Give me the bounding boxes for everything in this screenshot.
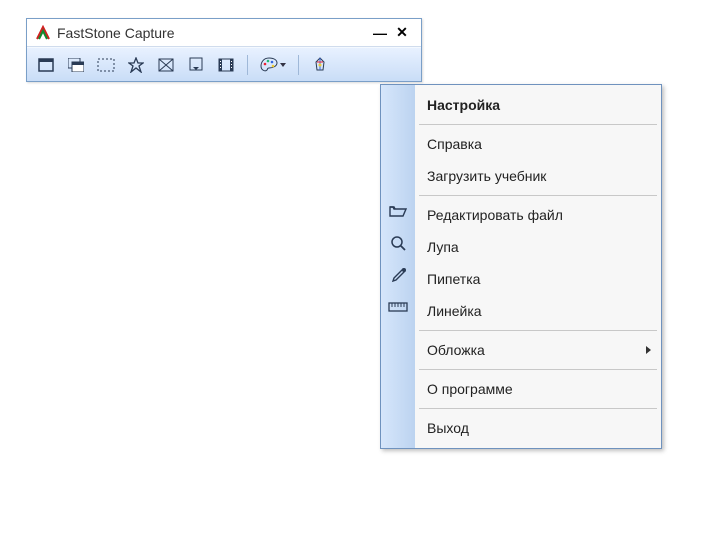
menu-icon-empty [381, 156, 415, 188]
menu-item-skin[interactable]: Обложка [415, 334, 661, 366]
settings-dropdown-icon[interactable] [309, 54, 331, 76]
toolbar [27, 47, 421, 81]
eyedropper-icon [381, 259, 415, 291]
palette-icon[interactable] [258, 54, 288, 76]
capture-video-icon[interactable] [215, 54, 237, 76]
menu-separator [419, 408, 657, 409]
capture-scroll-icon[interactable] [185, 54, 207, 76]
menu-item-exit[interactable]: Выход [415, 412, 661, 444]
menu-item-magnifier[interactable]: Лупа [415, 231, 661, 263]
menu-item-settings[interactable]: Настройка [415, 89, 661, 121]
capture-foreground-icon[interactable] [65, 54, 87, 76]
menu-icon-column [381, 85, 415, 448]
menu-item-load-tutorial[interactable]: Загрузить учебник [415, 160, 661, 192]
menu-item-label: Обложка [427, 342, 485, 358]
menu-icon-empty [381, 124, 415, 156]
menu-item-label: Линейка [427, 303, 482, 319]
toolbar-separator-2 [298, 55, 299, 75]
menu-item-eyedropper[interactable]: Пипетка [415, 263, 661, 295]
menu-separator [419, 330, 657, 331]
menu-icon-empty [381, 330, 415, 362]
folder-open-icon [381, 195, 415, 227]
menu-icon-empty [381, 85, 415, 117]
capture-region-icon[interactable] [95, 54, 117, 76]
chevron-down-icon [280, 63, 286, 67]
menu-icon-empty [381, 369, 415, 401]
minimize-button[interactable]: — [369, 25, 391, 41]
menu-item-about[interactable]: О программе [415, 373, 661, 405]
menu-item-label: Пипетка [427, 271, 480, 287]
app-icon [35, 25, 51, 41]
capture-window-icon[interactable] [35, 54, 57, 76]
capture-freehand-icon[interactable] [125, 54, 147, 76]
menu-item-label: Настройка [427, 97, 500, 113]
menu-item-ruler[interactable]: Линейка [415, 295, 661, 327]
titlebar: FastStone Capture — ✕ [27, 19, 421, 47]
magnifier-icon [381, 227, 415, 259]
capture-fullscreen-icon[interactable] [155, 54, 177, 76]
menu-item-help[interactable]: Справка [415, 128, 661, 160]
main-window: FastStone Capture — ✕ [26, 18, 422, 82]
chevron-right-icon [646, 346, 651, 354]
menu-icon-empty [381, 408, 415, 440]
menu-item-label: Справка [427, 136, 482, 152]
menu-item-edit-file[interactable]: Редактировать файл [415, 199, 661, 231]
close-button[interactable]: ✕ [391, 24, 413, 41]
menu-separator [419, 124, 657, 125]
menu-separator [419, 369, 657, 370]
menu-item-label: Редактировать файл [427, 207, 563, 223]
menu-item-label: О программе [427, 381, 513, 397]
menu-separator [419, 195, 657, 196]
menu-item-label: Загрузить учебник [427, 168, 546, 184]
ruler-icon [381, 291, 415, 323]
menu-item-label: Выход [427, 420, 469, 436]
menu-item-label: Лупа [427, 239, 459, 255]
settings-menu: Настройка Справка Загрузить учебник Реда… [380, 84, 662, 449]
window-title: FastStone Capture [57, 25, 369, 41]
toolbar-separator [247, 55, 248, 75]
menu-items-column: Настройка Справка Загрузить учебник Реда… [415, 85, 661, 448]
